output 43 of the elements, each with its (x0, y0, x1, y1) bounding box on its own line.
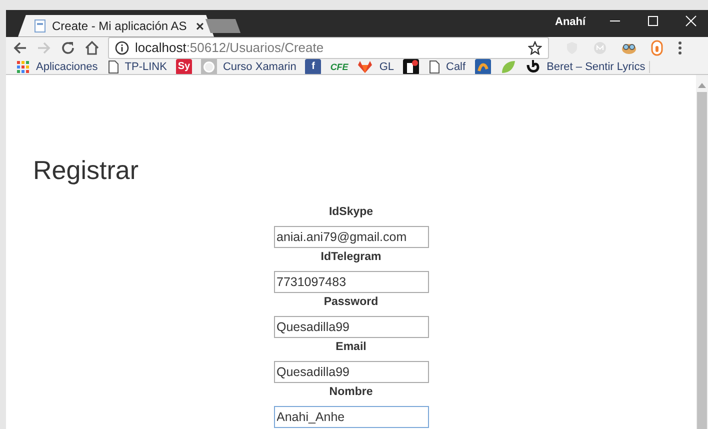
page-heading: Registrar (33, 154, 140, 186)
bookmark-link[interactable]: GL (379, 60, 394, 73)
address-bar[interactable]: localhost:50612/Usuarios/Create (108, 36, 549, 59)
url-text: localhost:50612/Usuarios/Create (135, 40, 324, 56)
scrollbar-thumb[interactable] (697, 92, 707, 429)
field-label: Password (324, 294, 378, 310)
field-label: Nombre (329, 384, 373, 400)
input-field[interactable]: aniai.ani79@gmail.com (274, 226, 428, 248)
bookmark-link[interactable]: Aplicaciones (36, 60, 98, 73)
new-tab-button[interactable] (205, 18, 241, 33)
browser-tab[interactable]: Create - Mi aplicación AS × (18, 14, 214, 37)
swirl-icon (524, 59, 541, 74)
input-field[interactable]: Anahi_Anhe (274, 406, 428, 428)
toggle-icon[interactable] (651, 40, 663, 56)
input-field[interactable]: 7731097483 (274, 270, 428, 293)
reload-icon[interactable] (60, 40, 76, 56)
input-field[interactable]: Quesadilla99 (274, 316, 428, 338)
profile-name[interactable]: Anahí (555, 16, 586, 28)
field-label: IdTelegram (320, 250, 382, 265)
field-label: Email (336, 340, 366, 355)
star-icon[interactable] (528, 40, 542, 55)
field-label: IdSkype (328, 204, 374, 220)
back-icon[interactable] (12, 40, 28, 56)
apps-icon (16, 60, 30, 74)
bookmark-badge-icon[interactable]: f (305, 59, 322, 74)
fox-icon (357, 60, 374, 74)
menu-icon[interactable] (677, 40, 683, 56)
bookmark-link[interactable]: Calf (446, 60, 466, 73)
tab-close-button[interactable]: × (196, 18, 204, 34)
page-icon (34, 18, 46, 33)
scrollbar[interactable] (696, 74, 708, 429)
bookmark-link[interactable]: Beret – Sentir Lyrics (546, 60, 650, 73)
home-icon[interactable] (84, 40, 100, 56)
bookmark-link[interactable]: Curso Xamarin (222, 60, 296, 73)
info-icon (115, 40, 129, 55)
tab-title: Create - Mi aplicación AS (52, 18, 188, 33)
tile-icon[interactable] (403, 59, 419, 74)
bookmark-logo[interactable]: CFE (330, 62, 348, 72)
maximize-icon[interactable] (646, 14, 660, 28)
close-icon[interactable] (684, 14, 698, 28)
input-field[interactable]: Quesadilla99 (274, 360, 428, 383)
bookmark-badge-icon[interactable]: Sy (176, 59, 192, 74)
bookmark-link[interactable]: TP-LINK (124, 60, 167, 73)
